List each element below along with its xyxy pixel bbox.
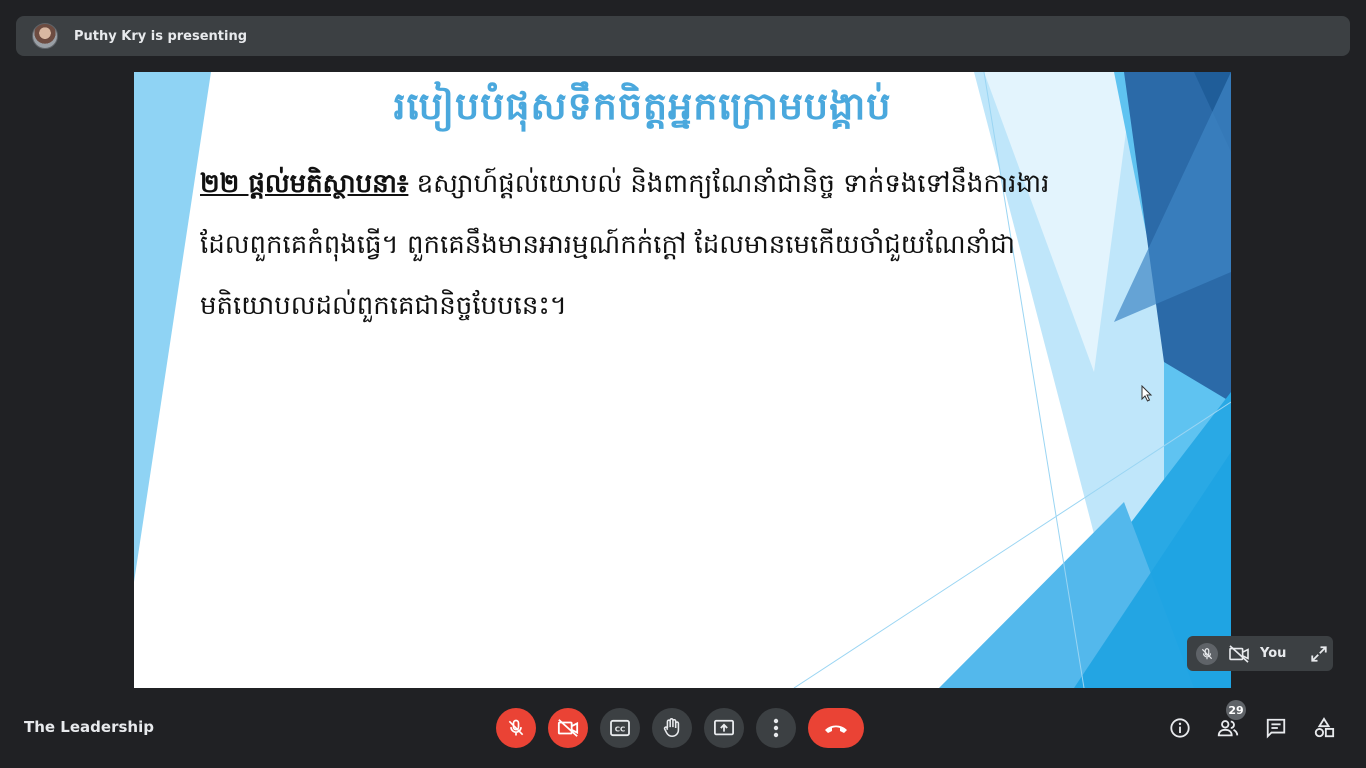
presenter-bar: Puthy Kry is presenting (16, 16, 1350, 56)
present-button[interactable] (704, 708, 744, 748)
self-view-tile[interactable]: You (1187, 636, 1333, 671)
svg-text:CC: CC (615, 725, 626, 734)
activities-icon (1314, 717, 1335, 738)
chat-button[interactable] (1256, 708, 1296, 748)
participants-count-badge: 29 (1226, 700, 1246, 720)
presenter-avatar (32, 23, 58, 49)
meeting-side-controls: 29 (1160, 700, 1352, 748)
expand-icon[interactable] (1310, 645, 1328, 663)
shared-slide: របៀបបំផុសទឹកចិត្តអ្នកក្រោមបង្គាប់ ២២ ផ្ត… (134, 72, 1231, 688)
people-icon (1217, 720, 1239, 737)
self-mic-off-icon (1196, 642, 1218, 665)
present-icon (714, 719, 734, 736)
mic-toggle-button[interactable] (496, 708, 536, 748)
self-camera-off-icon (1228, 644, 1250, 663)
raise-hand-icon (663, 718, 680, 738)
presenter-label: Puthy Kry is presenting (74, 28, 248, 44)
end-call-icon (825, 725, 847, 733)
more-options-button[interactable] (756, 708, 796, 748)
slide-title: របៀបបំផុសទឹកចិត្តអ្នកក្រោមបង្គាប់ (393, 83, 892, 128)
info-icon (1170, 718, 1190, 738)
raise-hand-button[interactable] (652, 708, 692, 748)
mic-off-icon (508, 719, 524, 736)
activities-button[interactable] (1304, 708, 1344, 748)
captions-button[interactable]: CC (600, 708, 640, 748)
people-button[interactable]: 29 (1208, 700, 1248, 748)
mouse-cursor-icon (1141, 385, 1153, 402)
slide-body-text: ២២ ផ្តល់មតិស្ថាបនា៖ ឧស្សាហ៍ផ្តល់យោបល់ និ… (200, 154, 1080, 337)
self-name-label: You (1260, 646, 1287, 661)
meeting-details-button[interactable] (1160, 708, 1200, 748)
more-options-icon (773, 718, 779, 738)
end-call-button[interactable] (808, 708, 864, 748)
camera-off-icon (557, 719, 579, 737)
chat-icon (1266, 718, 1286, 739)
call-controls: CC (496, 708, 864, 748)
camera-toggle-button[interactable] (548, 708, 588, 748)
captions-icon: CC (610, 719, 630, 737)
slide-term: ២២ ផ្តល់មតិស្ថាបនា៖ (200, 169, 409, 199)
meeting-name: The Leadership (24, 718, 154, 736)
